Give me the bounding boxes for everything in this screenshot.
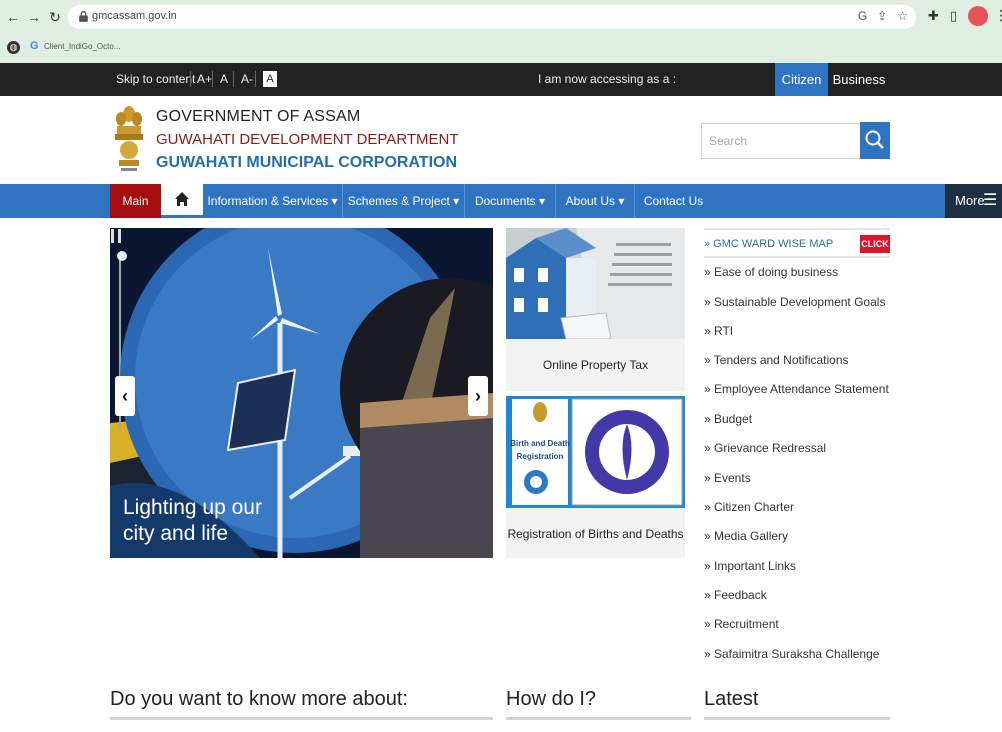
nav-more-label: More [955,193,985,208]
lock-icon [79,10,88,22]
google-icon[interactable]: G [30,40,39,52]
slide-caption-line1: Lighting up our [123,496,262,519]
search-input[interactable] [701,123,861,159]
skip-to-content-link[interactable]: Skip to content [116,72,195,86]
gmc-ward-map-link[interactable]: » GMC WARD WISE MAP CLICK [704,228,890,258]
birth-death-img-text-1: Birth and Death [510,439,570,448]
profile-avatar[interactable] [968,6,988,26]
nav-about-us[interactable]: About Us ▾ [556,184,635,218]
search-icon [865,130,884,149]
link-media-gallery[interactable]: » Media Gallery [704,529,788,543]
corporation-title[interactable]: GUWAHATI MUNICIPAL CORPORATION [156,154,457,172]
extensions-icon[interactable]: ✚ [928,8,939,24]
nav-contact-us[interactable]: Contact Us [635,184,712,218]
browser-chrome: ← → ↻ gmcassam.gov.in G ⇪ ☆ ✚ ▯ ⋮ ◍ G Cl… [0,0,1002,63]
font-decrease-button[interactable]: A- [241,72,253,86]
birth-death-img-text-2: Registration [517,452,564,461]
card-label: Online Property Tax [542,358,649,372]
nav-home[interactable] [161,184,203,218]
divider [233,71,234,87]
nav-schemes-project[interactable]: Schemes & Project ▾ [343,184,465,218]
nav-documents[interactable]: Documents ▾ [465,184,556,218]
nav-information-services[interactable]: Information & Services ▾ [203,184,343,218]
card-label: Registration of Births and Deaths [507,527,684,541]
bookmark-star-icon[interactable]: ☆ [897,9,908,23]
nav-main[interactable]: Main [110,184,161,218]
link-important-links[interactable]: » Important Links [704,559,796,573]
gmc-ward-map-label: » GMC WARD WISE MAP [704,238,834,250]
click-badge[interactable]: CLICK [860,235,890,253]
home-icon [175,192,189,206]
slider-prev-button[interactable]: ‹ [115,376,135,416]
link-budget[interactable]: » Budget [704,412,752,426]
address-bar[interactable]: gmcassam.gov.in G ⇪ ☆ [68,5,916,29]
link-grievance[interactable]: » Grievance Redressal [704,441,826,455]
search-button[interactable] [860,122,890,159]
font-increase-button[interactable]: A+ [197,72,212,86]
divider [190,71,191,87]
link-ease-of-doing-business[interactable]: » Ease of doing business [704,265,838,279]
link-feedback[interactable]: » Feedback [704,588,767,602]
state-emblem-icon [115,106,143,171]
link-attendance[interactable]: » Employee Attendance Statement [704,382,889,396]
contrast-button[interactable]: A [263,71,277,87]
google-lens-icon[interactable]: G [858,9,867,23]
pause-icon[interactable] [110,228,122,244]
globe-icon[interactable]: ◍ [7,41,20,54]
forward-icon[interactable]: → [25,8,43,26]
birth-death-image: Birth and Death Registration [506,396,685,508]
property-tax-image [506,228,685,339]
government-title: GOVERNMENT OF ASSAM [156,108,361,125]
image-slider: Lighting up our city and life ‹ › [110,228,493,558]
link-recruitment[interactable]: » Recruitment [704,617,779,631]
divider [255,71,256,87]
bookmarks-bar: ◍ G Client_IndiGo_Octo... [0,34,1002,63]
divider [212,71,213,87]
bookmark-item[interactable]: Client_IndiGo_Octo... [44,42,120,51]
hamburger-icon: ☰ [983,192,998,209]
nav-more[interactable]: More ☰ [945,184,1002,218]
font-normal-button[interactable]: A [220,72,228,86]
birth-death-registration-card[interactable]: Birth and Death Registration Registratio… [506,396,685,558]
link-rti[interactable]: » RTI [704,324,733,338]
link-citizen-charter[interactable]: » Citizen Charter [704,500,794,514]
reload-icon[interactable]: ↻ [46,8,64,26]
business-tab[interactable]: Business [828,63,890,96]
online-property-tax-card[interactable]: Online Property Tax [506,228,685,391]
department-title: GUWAHATI DEVELOPMENT DEPARTMENT [156,131,459,148]
link-events[interactable]: » Events [704,471,751,485]
slide-caption-line2: city and life [123,522,229,545]
sidepanel-icon[interactable]: ▯ [950,8,957,24]
link-safaimitra[interactable]: » Safaimitra Suraksha Challenge [704,647,879,661]
latest-heading: Latest [704,688,890,720]
how-do-i-heading: How do I? [506,688,691,720]
share-icon[interactable]: ⇪ [877,9,887,23]
accessing-as-label: I am now accessing as a : [538,72,677,86]
browser-toolbar: ← → ↻ gmcassam.gov.in G ⇪ ☆ ✚ ▯ ⋮ [0,0,1002,34]
back-icon[interactable]: ← [4,8,22,26]
citizen-tab[interactable]: Citizen [775,63,828,96]
url-text: gmcassam.gov.in [92,10,177,22]
link-tenders[interactable]: » Tenders and Notifications [704,353,849,367]
know-more-heading: Do you want to know more about: [110,688,493,720]
menu-icon[interactable]: ⋮ [994,7,1002,24]
slider-next-button[interactable]: › [468,376,488,416]
link-sdg[interactable]: » Sustainable Development Goals [704,295,885,309]
